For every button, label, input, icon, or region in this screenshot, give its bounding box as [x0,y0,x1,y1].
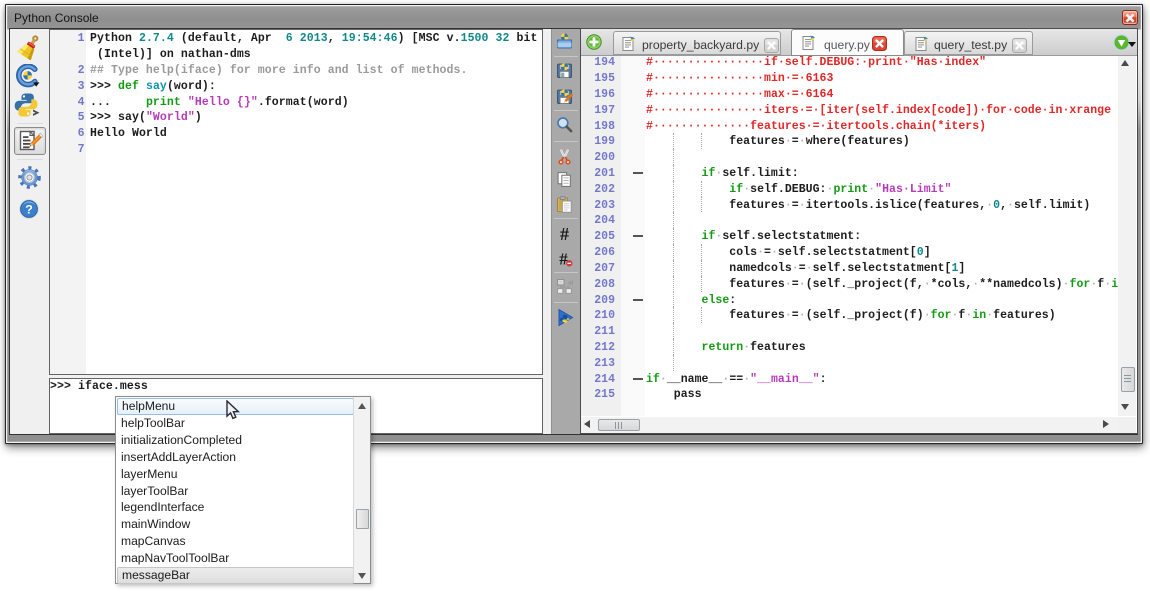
svg-text:?: ? [25,203,33,217]
svg-text:#: # [560,225,569,242]
svg-text:abc: abc [568,280,573,286]
